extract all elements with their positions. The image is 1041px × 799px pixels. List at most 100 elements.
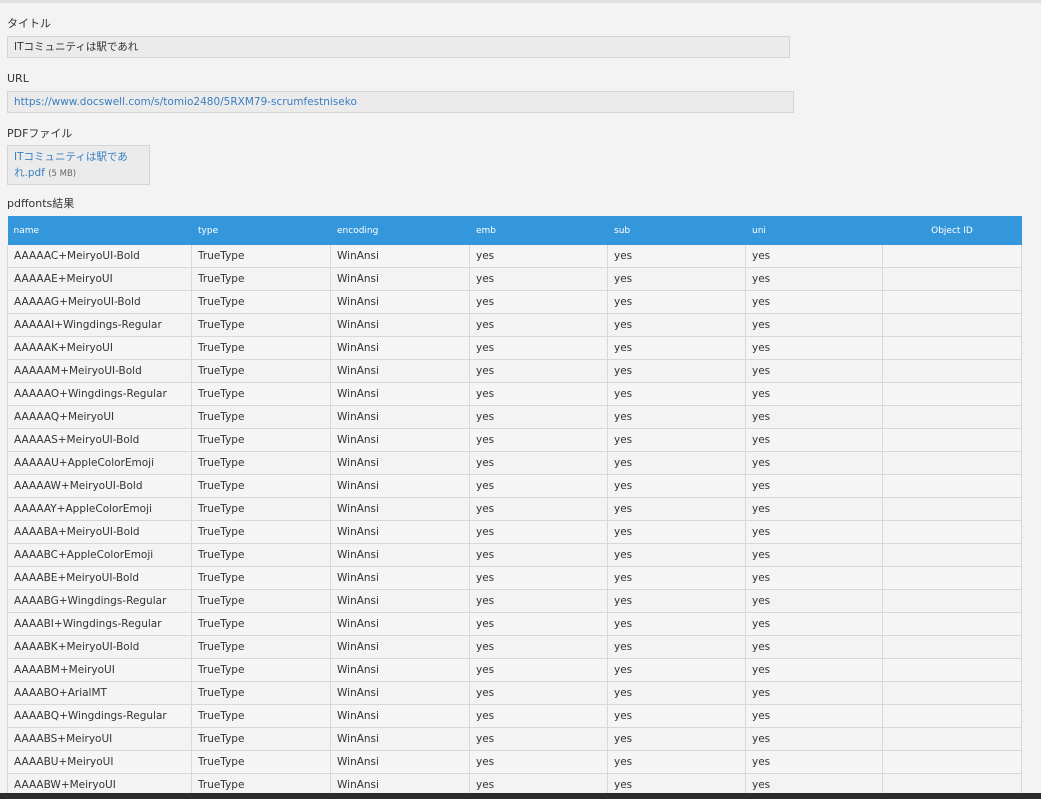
cell-uni: yes — [745, 405, 883, 429]
cell-uni: yes — [745, 750, 883, 774]
cell-emb: yes — [469, 681, 608, 705]
cell-object-id: 730 — [882, 451, 1022, 475]
cell-emb: yes — [469, 474, 608, 498]
cell-name: AAAABE+MeiryoUI-Bold — [7, 566, 192, 590]
cell-name: AAAAAU+AppleColorEmoji — [7, 451, 192, 475]
cell-sub: yes — [607, 290, 746, 314]
cell-emb: yes — [469, 267, 608, 291]
object-id-number: 33 — [883, 342, 1021, 354]
table-row: AAAAAI+Wingdings-Regular TrueType WinAnsi y… — [7, 313, 1022, 337]
cell-encoding: WinAnsi — [330, 267, 470, 291]
cell-uni: yes — [745, 566, 883, 590]
cell-name: AAAAAY+AppleColorEmoji — [7, 497, 192, 521]
cell-uni: yes — [745, 313, 883, 337]
object-id-number: 197 — [883, 687, 1021, 699]
table-row: AAAABM+MeiryoUITrueTypeWinAnsiyesyesyes1… — [7, 658, 1022, 682]
cell-emb: yes — [469, 612, 608, 636]
cell-name: AAAAAG+MeiryoUI-Bold — [7, 290, 192, 314]
cell-encoding: WinAnsi — [330, 428, 470, 452]
cell-type: TrueType — [191, 474, 331, 498]
cell-emb: yes — [469, 290, 608, 314]
cell-emb: yes — [469, 727, 608, 751]
cell-sub: yes — [607, 750, 746, 774]
cell-type: TrueType — [191, 750, 331, 774]
column-header-name[interactable]: name — [7, 216, 192, 245]
cell-object-id: 890 — [882, 497, 1022, 521]
table-row: AAAAAE+MeiryoUITrueTypeWinAnsiyesyesyes1… — [7, 267, 1022, 291]
cell-emb: yes — [469, 428, 608, 452]
cell-object-id: 310 — [882, 313, 1022, 337]
cell-encoding: WinAnsi — [330, 704, 470, 728]
cell-encoding: WinAnsi — [330, 658, 470, 682]
column-header-emb[interactable]: emb — [469, 216, 608, 245]
cell-object-id: 1970 — [882, 681, 1022, 705]
cell-name: AAAAAS+MeiryoUI-Bold — [7, 428, 192, 452]
cell-sub: yes — [607, 359, 746, 383]
pdffonts-table: name type encoding emb sub uni Object ID… — [7, 216, 1022, 797]
cell-uni: yes — [745, 543, 883, 567]
table-row: AAAABK+MeiryoUI-Bold TrueType WinAnsi yes ye… — [7, 635, 1022, 659]
object-id-number: 195 — [883, 664, 1021, 676]
cell-encoding: WinAnsi — [330, 635, 470, 659]
cell-type: TrueType — [191, 382, 331, 406]
cell-emb: yes — [469, 382, 608, 406]
cell-type: TrueType — [191, 589, 331, 613]
object-id-number: 127 — [883, 549, 1021, 561]
cell-uni: yes — [745, 359, 883, 383]
cell-sub: yes — [607, 635, 746, 659]
pdf-file-size: (5 MB) — [48, 169, 77, 179]
table-row: AAAABU+MeiryoUITrueTypeWinAnsiyesyesyes2… — [7, 750, 1022, 774]
object-id-number: 84 — [883, 480, 1021, 492]
column-header-uni[interactable]: uni — [745, 216, 883, 245]
cell-encoding: WinAnsi — [330, 566, 470, 590]
object-id-number: 193 — [883, 641, 1021, 653]
cell-name: AAAAAC+MeiryoUI-Bold — [7, 245, 192, 268]
url-field[interactable]: https://www.docswell.com/s/tomio2480/5RX… — [7, 91, 794, 113]
cell-object-id: 1930 — [882, 635, 1022, 659]
cell-type: TrueType — [191, 428, 331, 452]
cell-sub: yes — [607, 451, 746, 475]
cell-type: TrueType — [191, 727, 331, 751]
table-row: AAAABI+Wingdings-Regular TrueType WinAnsi y… — [7, 612, 1022, 636]
object-id-number: 67 — [883, 434, 1021, 446]
cell-uni: yes — [745, 520, 883, 544]
cell-uni: yes — [745, 497, 883, 521]
title-field[interactable]: ITコミュニティは駅であれ — [7, 36, 790, 58]
cell-emb: yes — [469, 451, 608, 475]
cell-object-id: 610 — [882, 359, 1022, 383]
column-header-encoding[interactable]: encoding — [330, 216, 470, 245]
cell-type: TrueType — [191, 543, 331, 567]
object-id-number: 13 — [883, 273, 1021, 285]
table-row: AAAAAO+Wingdings-Regular TrueType WinAnsi y… — [7, 382, 1022, 406]
cell-uni: yes — [745, 474, 883, 498]
object-id-number: 63 — [883, 388, 1021, 400]
table-row: AAAAAK+MeiryoUITrueTypeWinAnsiyesyesyes3… — [7, 336, 1022, 360]
url-link[interactable]: https://www.docswell.com/s/tomio2480/5RX… — [14, 96, 357, 108]
table-row: AAAABG+Wingdings-Regular TrueType WinAnsi y… — [7, 589, 1022, 613]
cell-emb: yes — [469, 589, 608, 613]
cell-object-id: 110 — [882, 245, 1022, 268]
cell-uni: yes — [745, 727, 883, 751]
cell-object-id: 1950 — [882, 658, 1022, 682]
cell-object-id: 2340 — [882, 750, 1022, 774]
page: タイトル ITコミュニティは駅であれ URL https://www.docsw… — [0, 0, 1041, 799]
cell-uni: yes — [745, 704, 883, 728]
cell-uni: yes — [745, 382, 883, 406]
cell-name: AAAABG+Wingdings-Regular — [7, 589, 192, 613]
cell-object-id: 630 — [882, 382, 1022, 406]
cell-type: TrueType — [191, 267, 331, 291]
pdf-file-label: PDFファイル — [7, 127, 73, 140]
cell-type: TrueType — [191, 612, 331, 636]
cell-name: AAAABS+MeiryoUI — [7, 727, 192, 751]
cell-object-id: 840 — [882, 474, 1022, 498]
column-header-type[interactable]: type — [191, 216, 331, 245]
cell-type: TrueType — [191, 359, 331, 383]
cell-object-id: 330 — [882, 336, 1022, 360]
column-header-object-id[interactable]: Object ID — [882, 216, 1022, 245]
column-header-sub[interactable]: sub — [607, 216, 746, 245]
object-id-number: 11 — [883, 250, 1021, 262]
pdf-file-field: ITコミュニティは駅であれ.pdf (5 MB) — [7, 145, 150, 185]
url-label: URL — [7, 72, 29, 85]
cell-type: TrueType — [191, 497, 331, 521]
cell-name: AAAABO+ArialMT — [7, 681, 192, 705]
